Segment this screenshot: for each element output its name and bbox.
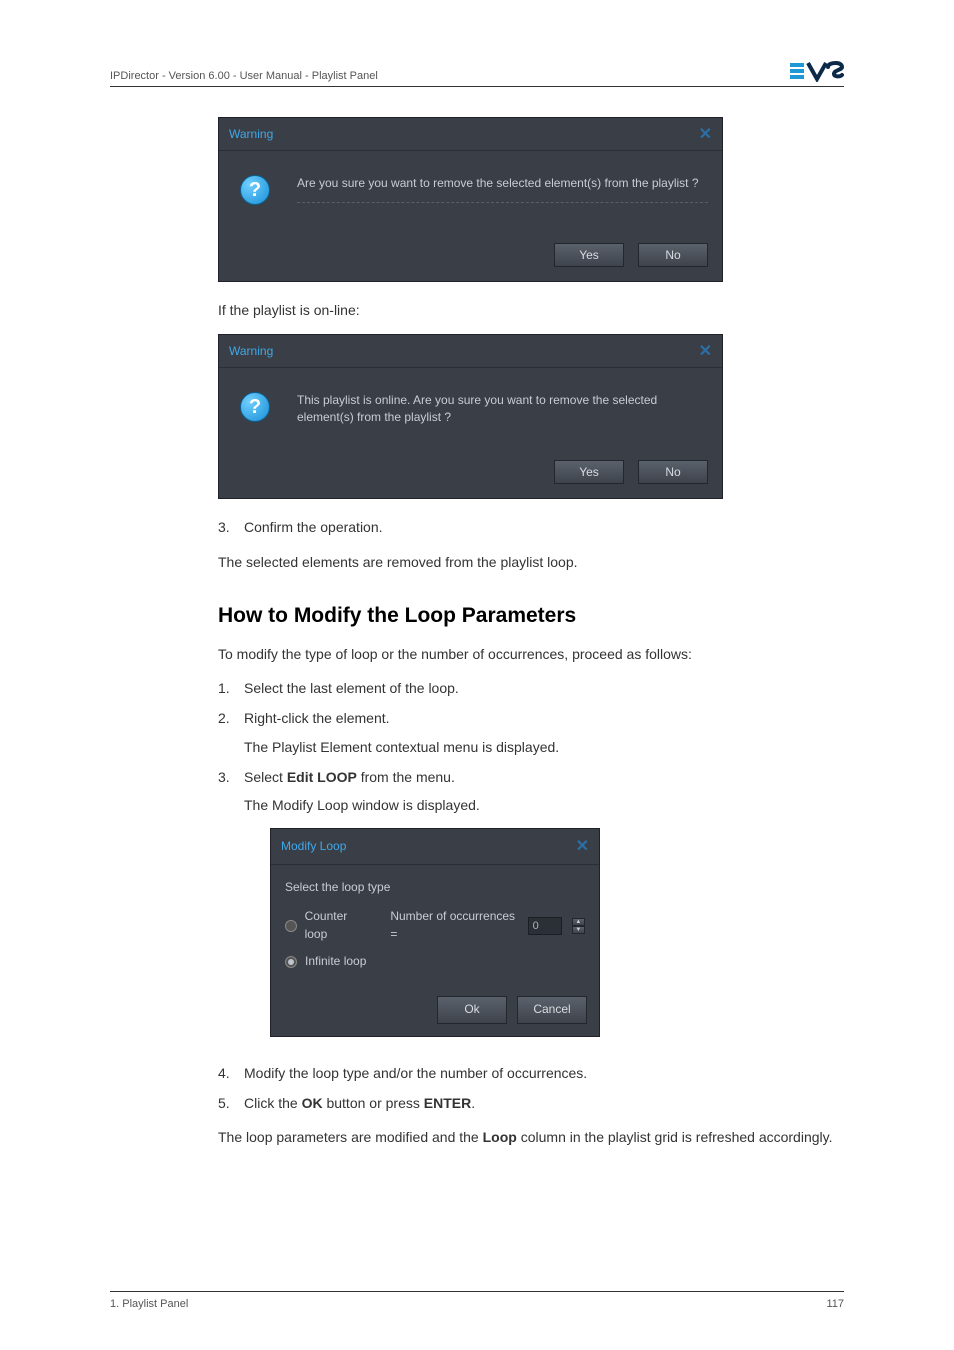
question-icon: ? bbox=[240, 392, 270, 422]
step-item: 3. Confirm the operation. bbox=[218, 517, 839, 537]
counter-loop-label: Counter loop bbox=[305, 908, 371, 943]
infinite-loop-label: Infinite loop bbox=[305, 953, 366, 970]
page-footer: 1. Playlist Panel 117 bbox=[110, 1291, 844, 1310]
footer-left: 1. Playlist Panel bbox=[110, 1298, 188, 1310]
intro-text: To modify the type of loop or the number… bbox=[218, 644, 839, 664]
step-text: Select the last element of the loop. bbox=[244, 678, 839, 698]
step-item: 5. Click the OK button or press ENTER. bbox=[218, 1093, 839, 1113]
select-loop-type-label: Select the loop type bbox=[285, 879, 585, 896]
step-text-post: from the menu. bbox=[357, 769, 455, 785]
dialog-message: This playlist is online. Are you sure yo… bbox=[297, 388, 708, 436]
caption-online: If the playlist is on-line: bbox=[218, 300, 839, 320]
step-text: Confirm the operation. bbox=[244, 517, 839, 537]
page-header: IPDirector - Version 6.00 - User Manual … bbox=[110, 60, 844, 87]
step-text-pre: Click the bbox=[244, 1095, 302, 1111]
close-icon[interactable]: ✕ bbox=[699, 341, 712, 361]
step-text-bold: OK bbox=[302, 1095, 323, 1111]
step-text-post: . bbox=[471, 1095, 475, 1111]
dialog-title: Warning bbox=[229, 127, 273, 141]
close-icon[interactable]: ✕ bbox=[576, 835, 589, 858]
evs-logo bbox=[790, 60, 844, 82]
step-item: 1. Select the last element of the loop. bbox=[218, 678, 839, 698]
yes-button[interactable]: Yes bbox=[554, 243, 624, 267]
step-text-bold: Edit LOOP bbox=[287, 769, 357, 785]
step-subtext: The Playlist Element contextual menu is … bbox=[244, 737, 839, 757]
no-button[interactable]: No bbox=[638, 460, 708, 484]
result-text-2: The loop parameters are modified and the… bbox=[218, 1127, 839, 1147]
step-text: Modify the loop type and/or the number o… bbox=[244, 1063, 839, 1083]
step-item: 3. Select Edit LOOP from the menu. The M… bbox=[218, 767, 839, 1053]
step-text: Right-click the element. bbox=[244, 710, 390, 726]
dialog-title: Modify Loop bbox=[281, 838, 346, 855]
question-icon: ? bbox=[240, 175, 270, 205]
modify-loop-dialog: Modify Loop ✕ Select the loop type Count… bbox=[270, 828, 600, 1037]
cancel-button[interactable]: Cancel bbox=[517, 996, 587, 1023]
occurrences-input[interactable] bbox=[528, 917, 562, 935]
yes-button[interactable]: Yes bbox=[554, 460, 624, 484]
result-text: The selected elements are removed from t… bbox=[218, 552, 839, 572]
ok-button[interactable]: Ok bbox=[437, 996, 507, 1023]
step-text-bold2: ENTER bbox=[424, 1095, 471, 1111]
occurrences-label: Number of occurrences = bbox=[390, 908, 519, 943]
footer-page-number: 117 bbox=[826, 1298, 844, 1310]
step-number: 2. bbox=[218, 708, 244, 757]
header-text: IPDirector - Version 6.00 - User Manual … bbox=[110, 70, 378, 82]
step-number: 3. bbox=[218, 517, 244, 537]
step-number: 5. bbox=[218, 1093, 244, 1113]
step-number: 3. bbox=[218, 767, 244, 1053]
counter-loop-radio[interactable] bbox=[285, 920, 297, 932]
spinner-down-icon[interactable]: ▼ bbox=[572, 926, 585, 934]
step-item: 4. Modify the loop type and/or the numbe… bbox=[218, 1063, 839, 1083]
step-subtext: The Modify Loop window is displayed. bbox=[244, 795, 839, 815]
step-number: 4. bbox=[218, 1063, 244, 1083]
step-item: 2. Right-click the element. The Playlist… bbox=[218, 708, 839, 757]
close-icon[interactable]: ✕ bbox=[699, 124, 712, 144]
infinite-loop-radio[interactable] bbox=[285, 956, 297, 968]
step-number: 1. bbox=[218, 678, 244, 698]
dialog-title: Warning bbox=[229, 344, 273, 358]
step-text-mid: button or press bbox=[323, 1095, 424, 1111]
spinner-up-icon[interactable]: ▲ bbox=[572, 918, 585, 926]
section-heading: How to Modify the Loop Parameters bbox=[218, 604, 839, 628]
warning-dialog-1: Warning ✕ ? Are you sure you want to rem… bbox=[218, 117, 723, 282]
no-button[interactable]: No bbox=[638, 243, 708, 267]
warning-dialog-2: Warning ✕ ? This playlist is online. Are… bbox=[218, 334, 723, 499]
dialog-message: Are you sure you want to remove the sele… bbox=[297, 171, 708, 203]
step-text-pre: Select bbox=[244, 769, 287, 785]
